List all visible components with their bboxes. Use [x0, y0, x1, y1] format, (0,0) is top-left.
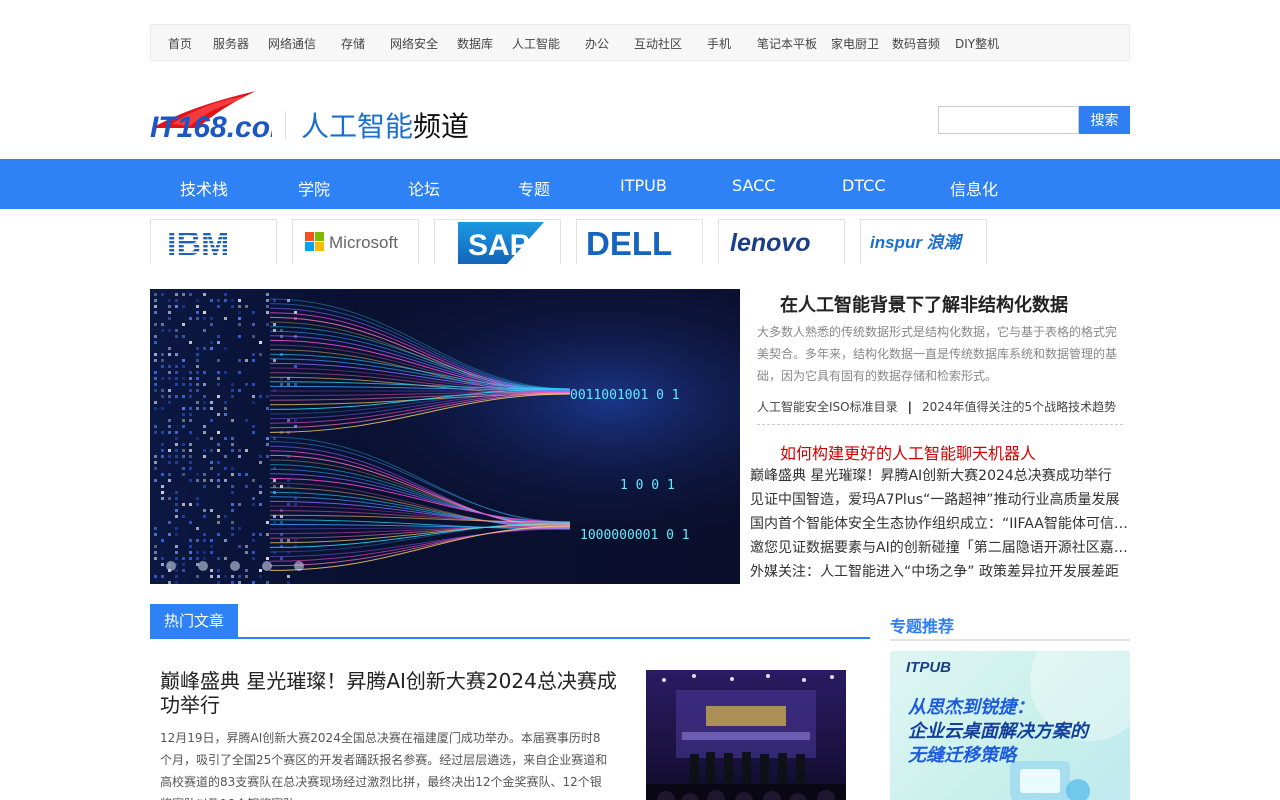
stage-award-photo — [646, 670, 846, 800]
headline-item[interactable]: 邀您见证数据要素与AI的创新碰撞「第二届隐语开源社区嘉年华」 — [750, 536, 1130, 560]
channel-title-blue: 人工智能 — [301, 110, 414, 143]
svg-text:1000000001 0 1: 1000000001 0 1 — [580, 528, 690, 543]
article-title[interactable]: 巅峰盛典 星光璀璨！昇腾AI创新大赛2024总决赛成功举行 — [160, 669, 620, 717]
logo-text: IT168.com — [150, 111, 272, 142]
inspur-logo: inspur 浪潮 — [870, 233, 964, 252]
headline-item[interactable]: 外媒关注：人工智能进入“中场之争” 政策差异拉开发展差距 — [750, 560, 1130, 584]
brand-logo-ibm[interactable]: IBM — [150, 219, 277, 264]
featured-description: 大多数人熟悉的传统数据形式是结构化数据，它与基于表格的格式完美契合。多年来，结构… — [757, 325, 1118, 383]
hot-articles-underline — [150, 637, 870, 639]
svg-text:1 0 0 1: 1 0 0 1 — [620, 478, 675, 493]
slider-dot[interactable] — [294, 561, 304, 571]
top-nav: 首页 服务器 网络通信 存储 网络安全 数据库 人工智能 办公 互动社区 手机 … — [150, 24, 1130, 61]
top-nav-item[interactable]: 服务器 — [213, 35, 249, 52]
article-thumbnail[interactable] — [646, 670, 846, 800]
top-nav-item[interactable]: 笔记本平板 — [757, 35, 817, 52]
search-button[interactable]: 搜索 — [1079, 106, 1130, 134]
headline-item[interactable]: 见证中国智造，爱玛A7Plus“一路超神”推动行业高质量发展 — [750, 488, 1130, 512]
slider-dot[interactable] — [262, 561, 272, 571]
promo-line: 无缝迁移策略 — [908, 745, 1016, 766]
top-nav-item[interactable]: 数码音频 — [892, 35, 940, 52]
link-separator: | — [907, 400, 912, 414]
svg-text:SAP: SAP — [468, 229, 530, 262]
top-nav-item[interactable]: 办公 — [585, 35, 609, 52]
main-nav-item[interactable]: 专题 — [518, 176, 550, 200]
ibm-logo: IBM — [167, 225, 229, 259]
headline-item[interactable]: 巅峰盛典 星光璀璨！昇腾AI创新大赛2024总决赛成功举行 — [750, 464, 1130, 488]
sap-logo: SAP — [457, 221, 544, 264]
headline-list: 巅峰盛典 星光璀璨！昇腾AI创新大赛2024总决赛成功举行 见证中国智造，爱玛A… — [750, 464, 1130, 584]
main-nav-item[interactable]: 技术栈 — [180, 176, 228, 200]
sidebar-underline — [890, 639, 1130, 641]
brand-logo-lenovo[interactable]: lenovo — [718, 219, 845, 264]
main-nav-item[interactable]: ITPUB — [620, 176, 667, 195]
top-nav-item[interactable]: DIY整机 — [955, 35, 999, 52]
main-nav-item[interactable]: 信息化 — [950, 176, 998, 200]
sidebar-promo-banner[interactable]: ITPUB 从思杰到锐捷： 企业云桌面解决方案的 无缝迁移策略 — [890, 651, 1130, 800]
top-nav-item[interactable]: 网络安全 — [390, 35, 438, 52]
main-nav-item[interactable]: 学院 — [298, 176, 330, 200]
itpub-logo: ITPUB — [906, 659, 951, 676]
site-logo[interactable]: IT168.com — [150, 88, 297, 144]
main-nav-item[interactable]: 论坛 — [408, 176, 440, 200]
main-nav: 技术栈 学院 论坛 专题 ITPUB SACC DTCC 信息化 — [0, 159, 1280, 209]
sidebar-title: 专题推荐 — [890, 617, 955, 636]
featured-related-links: 人工智能安全ISO标准目录 | 2024年值得关注的5个战略技术趋势 — [757, 398, 1116, 415]
featured-link[interactable]: 人工智能安全ISO标准目录 — [757, 400, 898, 414]
svg-text:IBM: IBM — [167, 225, 229, 259]
promo-line: 从思杰到锐捷： — [908, 697, 1034, 718]
top-nav-item[interactable]: 手机 — [707, 35, 731, 52]
top-nav-item[interactable]: 家电厨卫 — [831, 35, 879, 52]
main-nav-item[interactable]: SACC — [732, 176, 775, 195]
logo-divider — [285, 111, 286, 139]
article-description: 12月19日，昇腾AI创新大赛2024全国总决赛在福建厦门成功举办。本届赛事历时… — [160, 731, 608, 800]
channel-title-black: 频道 — [413, 110, 470, 143]
slider-dot[interactable] — [230, 561, 240, 571]
headline-item[interactable]: 国内首个智能体安全生态协作组织成立：“IIFAA智能体可信互联工作组” — [750, 512, 1130, 536]
featured-title[interactable]: 在人工智能背景下了解非结构化数据 — [780, 291, 1068, 317]
hero-slider-image[interactable]: 0011001001 0 1 1000000001 0 1 1 0 0 1 — [150, 289, 740, 584]
top-nav-item[interactable]: 网络通信 — [268, 35, 316, 52]
svg-text:inspur 浪潮: inspur 浪潮 — [870, 233, 964, 252]
top-nav-item[interactable]: 首页 — [168, 35, 192, 52]
slider-dot[interactable] — [198, 561, 208, 571]
dashed-divider — [757, 424, 1123, 425]
search-input[interactable] — [938, 106, 1079, 134]
lenovo-logo: lenovo — [730, 229, 811, 257]
svg-text:DELL: DELL — [586, 225, 672, 260]
top-nav-item[interactable]: 人工智能 — [512, 35, 560, 52]
main-nav-item[interactable]: DTCC — [842, 176, 886, 195]
hot-articles-tab[interactable]: 热门文章 — [150, 604, 238, 638]
slider-dot[interactable] — [166, 561, 176, 571]
site-logo-graphic: IT168.com — [150, 91, 297, 144]
channel-title: 人工智能频道 — [301, 105, 469, 145]
highlight-headline[interactable]: 如何构建更好的人工智能聊天机器人 — [780, 440, 1036, 464]
svg-text:0011001001 0 1: 0011001001 0 1 — [570, 388, 680, 403]
ai-data-streams-illustration: 0011001001 0 1 1000000001 0 1 1 0 0 1 — [150, 289, 740, 584]
promo-line: 企业云桌面解决方案的 — [908, 721, 1088, 742]
brand-logo-dell[interactable]: DELL — [576, 219, 703, 264]
svg-text:lenovo: lenovo — [730, 229, 811, 257]
top-nav-item[interactable]: 互动社区 — [634, 35, 682, 52]
top-nav-item[interactable]: 存储 — [341, 35, 365, 52]
brand-logo-sap[interactable]: SAP — [434, 219, 561, 264]
top-nav-item[interactable]: 数据库 — [457, 35, 493, 52]
featured-link[interactable]: 2024年值得关注的5个战略技术趋势 — [922, 400, 1116, 414]
brand-logo-inspur[interactable]: inspur 浪潮 — [860, 219, 987, 264]
dell-logo: DELL — [586, 225, 672, 260]
brand-logo-microsoft[interactable]: Microsoft — [292, 219, 419, 264]
svg-text:Microsoft: Microsoft — [329, 233, 398, 252]
microsoft-logo: Microsoft — [304, 232, 398, 252]
